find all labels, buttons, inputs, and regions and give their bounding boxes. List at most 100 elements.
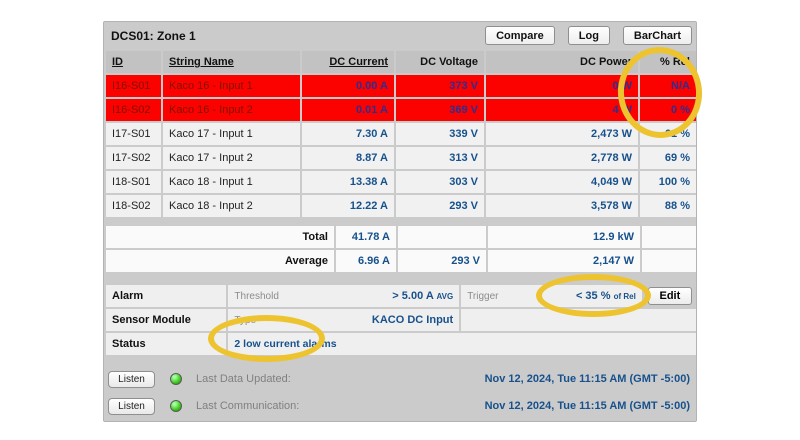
compare-button[interactable]: Compare [485, 26, 555, 45]
total-row: Total 41.78 A 12.9 kW [106, 226, 696, 248]
cell-voltage: 373 V [396, 75, 484, 97]
footer: Listen Last Data Updated: Nov 12, 2024, … [104, 367, 696, 418]
last-data-updated-row: Listen Last Data Updated: Nov 12, 2024, … [108, 367, 690, 391]
total-rel [642, 226, 696, 248]
string-table: ID String Name DC Current DC Voltage DC … [104, 49, 698, 219]
average-rel [642, 250, 696, 272]
listen-button[interactable]: Listen [108, 371, 155, 388]
cell-power: 4 W [486, 99, 638, 121]
header-id[interactable]: ID [106, 51, 161, 73]
header-dc-voltage: DC Voltage [396, 51, 484, 73]
edit-button[interactable]: Edit [648, 287, 692, 305]
trigger-label: Trigger [467, 291, 498, 302]
cell-id: I17-S02 [106, 147, 161, 169]
page-title: DCS01: Zone 1 [111, 29, 472, 43]
header-dc-current[interactable]: DC Current [302, 51, 394, 73]
threshold-suffix: AVG [436, 292, 453, 301]
table-row: I16-S01 Kaco 16 - Input 1 0.00 A 373 V 0… [106, 75, 696, 97]
cell-current: 7.30 A [302, 123, 394, 145]
cell-voltage: 369 V [396, 99, 484, 121]
table-row: I18-S01 Kaco 18 - Input 1 13.38 A 303 V … [106, 171, 696, 193]
total-label: Total [106, 226, 334, 248]
last-communication-value: Nov 12, 2024, Tue 11:15 AM (GMT -5:00) [485, 400, 690, 412]
trigger-value: < 35 % [576, 290, 611, 302]
sensor-type-label: Type [234, 315, 256, 326]
average-power: 2,147 W [488, 250, 640, 272]
trigger-suffix: of Rel [614, 292, 636, 301]
cell-rel: 0 % [640, 99, 696, 121]
table-row: I18-S02 Kaco 18 - Input 2 12.22 A 293 V … [106, 195, 696, 217]
cell-voltage: 293 V [396, 195, 484, 217]
sensor-module-row: Sensor Module Type KACO DC Input [106, 309, 696, 331]
cell-power: 4,049 W [486, 171, 638, 193]
alarm-section-label: Alarm [106, 285, 226, 307]
status-alarms-link[interactable]: 2 low current alarms [234, 338, 336, 350]
status-led-icon [170, 373, 182, 385]
alarm-trigger-cell: Trigger < 35 % of Rel [461, 285, 642, 307]
sensor-type-cell: Type KACO DC Input [228, 309, 459, 331]
cell-id: I18-S01 [106, 171, 161, 193]
cell-name: Kaco 18 - Input 2 [163, 195, 300, 217]
cell-current: 0.00 A [302, 75, 394, 97]
listen-button[interactable]: Listen [108, 398, 155, 415]
last-data-updated-label: Last Data Updated: [196, 373, 485, 385]
table-row: I16-S02 Kaco 16 - Input 2 0.01 A 369 V 4… [106, 99, 696, 121]
total-voltage [398, 226, 486, 248]
average-row: Average 6.96 A 293 V 2,147 W [106, 250, 696, 272]
header-dc-power: DC Power [486, 51, 638, 73]
sensor-type-value: KACO DC Input [372, 314, 453, 326]
last-communication-row: Listen Last Communication: Nov 12, 2024,… [108, 394, 690, 418]
cell-id: I17-S01 [106, 123, 161, 145]
table-row: I17-S02 Kaco 17 - Input 2 8.87 A 313 V 2… [106, 147, 696, 169]
last-communication-label: Last Communication: [196, 400, 485, 412]
cell-rel: 61 % [640, 123, 696, 145]
average-label: Average [106, 250, 334, 272]
alarm-settings-table: Alarm Threshold > 5.00 A AVG Trigger < 3… [104, 283, 698, 357]
status-led-icon [170, 400, 182, 412]
cell-id: I16-S02 [106, 99, 161, 121]
cell-name: Kaco 16 - Input 1 [163, 75, 300, 97]
cell-power: 3,578 W [486, 195, 638, 217]
barchart-button[interactable]: BarChart [623, 26, 692, 45]
cell-rel: 88 % [640, 195, 696, 217]
average-current: 6.96 A [336, 250, 396, 272]
total-current: 41.78 A [336, 226, 396, 248]
threshold-value: > 5.00 A [392, 290, 433, 302]
threshold-label: Threshold [234, 291, 278, 302]
cell-voltage: 339 V [396, 123, 484, 145]
cell-power: 2,778 W [486, 147, 638, 169]
cell-voltage: 313 V [396, 147, 484, 169]
cell-rel: N/A [640, 75, 696, 97]
status-row: Status 2 low current alarms [106, 333, 696, 355]
log-button[interactable]: Log [568, 26, 610, 45]
table-header-row: ID String Name DC Current DC Voltage DC … [106, 51, 696, 73]
totals-table: Total 41.78 A 12.9 kW Average 6.96 A 293… [104, 224, 698, 274]
header-string-name[interactable]: String Name [163, 51, 300, 73]
sensor-empty-cell [461, 309, 696, 331]
average-voltage: 293 V [398, 250, 486, 272]
cell-name: Kaco 18 - Input 1 [163, 171, 300, 193]
title-bar: DCS01: Zone 1 Compare Log BarChart [104, 22, 696, 49]
cell-name: Kaco 16 - Input 2 [163, 99, 300, 121]
status-value-cell: 2 low current alarms [228, 333, 696, 355]
cell-current: 12.22 A [302, 195, 394, 217]
cell-id: I16-S01 [106, 75, 161, 97]
last-data-updated-value: Nov 12, 2024, Tue 11:15 AM (GMT -5:00) [485, 373, 690, 385]
cell-current: 0.01 A [302, 99, 394, 121]
total-power: 12.9 kW [488, 226, 640, 248]
cell-id: I18-S02 [106, 195, 161, 217]
cell-current: 8.87 A [302, 147, 394, 169]
table-row: I17-S01 Kaco 17 - Input 1 7.30 A 339 V 2… [106, 123, 696, 145]
alarm-row: Alarm Threshold > 5.00 A AVG Trigger < 3… [106, 285, 696, 307]
cell-rel: 69 % [640, 147, 696, 169]
cell-name: Kaco 17 - Input 1 [163, 123, 300, 145]
cell-power: 2,473 W [486, 123, 638, 145]
alarm-threshold-cell: Threshold > 5.00 A AVG [228, 285, 459, 307]
cell-voltage: 303 V [396, 171, 484, 193]
cell-current: 13.38 A [302, 171, 394, 193]
sensor-module-label: Sensor Module [106, 309, 226, 331]
header-rel: % Rel [640, 51, 696, 73]
status-label: Status [106, 333, 226, 355]
edit-cell: Edit [644, 285, 696, 307]
cell-power: 0 W [486, 75, 638, 97]
